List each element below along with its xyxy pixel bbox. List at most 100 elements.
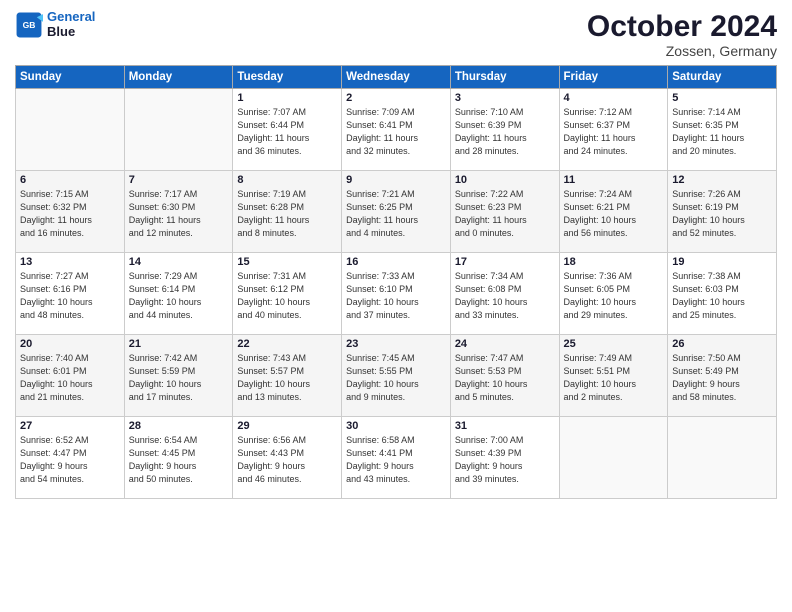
- day-number: 12: [672, 174, 772, 186]
- calendar-cell: 10 Sunrise: 7:22 AM Sunset: 6:23 PM Dayli…: [450, 171, 559, 253]
- calendar-cell: [668, 417, 777, 499]
- calendar-cell: 29 Sunrise: 6:56 AM Sunset: 4:43 PM Dayli…: [233, 417, 342, 499]
- calendar-cell: 25 Sunrise: 7:49 AM Sunset: 5:51 PM Dayli…: [559, 335, 668, 417]
- weekday-header-sunday: Sunday: [16, 66, 125, 89]
- calendar-cell: 9 Sunrise: 7:21 AM Sunset: 6:25 PM Daylig…: [342, 171, 451, 253]
- day-info: Sunrise: 7:43 AM Sunset: 5:57 PM Dayligh…: [237, 352, 337, 404]
- day-number: 18: [564, 256, 664, 268]
- day-number: 6: [20, 174, 120, 186]
- calendar-cell: 14 Sunrise: 7:29 AM Sunset: 6:14 PM Dayli…: [124, 253, 233, 335]
- day-info: Sunrise: 7:14 AM Sunset: 6:35 PM Dayligh…: [672, 106, 772, 158]
- calendar-cell: [559, 417, 668, 499]
- calendar-cell: 16 Sunrise: 7:33 AM Sunset: 6:10 PM Dayli…: [342, 253, 451, 335]
- day-info: Sunrise: 6:56 AM Sunset: 4:43 PM Dayligh…: [237, 434, 337, 486]
- day-info: Sunrise: 7:42 AM Sunset: 5:59 PM Dayligh…: [129, 352, 229, 404]
- day-number: 16: [346, 256, 446, 268]
- day-number: 24: [455, 338, 555, 350]
- day-info: Sunrise: 7:49 AM Sunset: 5:51 PM Dayligh…: [564, 352, 664, 404]
- svg-text:GB: GB: [23, 20, 36, 30]
- day-info: Sunrise: 7:15 AM Sunset: 6:32 PM Dayligh…: [20, 188, 120, 240]
- calendar-page: GB General Blue October 2024 Zossen, Ger…: [0, 0, 792, 612]
- weekday-header-tuesday: Tuesday: [233, 66, 342, 89]
- day-number: 14: [129, 256, 229, 268]
- day-info: Sunrise: 6:58 AM Sunset: 4:41 PM Dayligh…: [346, 434, 446, 486]
- weekday-header-saturday: Saturday: [668, 66, 777, 89]
- weekday-header-thursday: Thursday: [450, 66, 559, 89]
- logo-line2: Blue: [47, 24, 75, 39]
- calendar-cell: 15 Sunrise: 7:31 AM Sunset: 6:12 PM Dayli…: [233, 253, 342, 335]
- weekday-header-monday: Monday: [124, 66, 233, 89]
- weekday-header-wednesday: Wednesday: [342, 66, 451, 89]
- day-info: Sunrise: 7:22 AM Sunset: 6:23 PM Dayligh…: [455, 188, 555, 240]
- calendar-cell: 12 Sunrise: 7:26 AM Sunset: 6:19 PM Dayli…: [668, 171, 777, 253]
- day-info: Sunrise: 7:50 AM Sunset: 5:49 PM Dayligh…: [672, 352, 772, 404]
- day-number: 22: [237, 338, 337, 350]
- calendar-cell: 27 Sunrise: 6:52 AM Sunset: 4:47 PM Dayli…: [16, 417, 125, 499]
- day-number: 7: [129, 174, 229, 186]
- day-number: 31: [455, 420, 555, 432]
- day-info: Sunrise: 7:36 AM Sunset: 6:05 PM Dayligh…: [564, 270, 664, 322]
- day-number: 2: [346, 92, 446, 104]
- month-title: October 2024: [587, 10, 777, 43]
- calendar-cell: 17 Sunrise: 7:34 AM Sunset: 6:08 PM Dayli…: [450, 253, 559, 335]
- calendar-cell: 22 Sunrise: 7:43 AM Sunset: 5:57 PM Dayli…: [233, 335, 342, 417]
- day-info: Sunrise: 7:26 AM Sunset: 6:19 PM Dayligh…: [672, 188, 772, 240]
- day-info: Sunrise: 7:09 AM Sunset: 6:41 PM Dayligh…: [346, 106, 446, 158]
- day-info: Sunrise: 7:00 AM Sunset: 4:39 PM Dayligh…: [455, 434, 555, 486]
- calendar-cell: 6 Sunrise: 7:15 AM Sunset: 6:32 PM Daylig…: [16, 171, 125, 253]
- day-info: Sunrise: 7:34 AM Sunset: 6:08 PM Dayligh…: [455, 270, 555, 322]
- day-number: 21: [129, 338, 229, 350]
- day-number: 13: [20, 256, 120, 268]
- day-info: Sunrise: 7:21 AM Sunset: 6:25 PM Dayligh…: [346, 188, 446, 240]
- logo-icon: GB: [15, 11, 43, 39]
- day-number: 8: [237, 174, 337, 186]
- day-info: Sunrise: 7:07 AM Sunset: 6:44 PM Dayligh…: [237, 106, 337, 158]
- day-number: 3: [455, 92, 555, 104]
- day-info: Sunrise: 7:27 AM Sunset: 6:16 PM Dayligh…: [20, 270, 120, 322]
- day-number: 29: [237, 420, 337, 432]
- day-number: 27: [20, 420, 120, 432]
- calendar-cell: 20Sunrise: 7:40 AM Sunset: 6:01 PM Dayli…: [16, 335, 125, 417]
- day-info: Sunrise: 6:54 AM Sunset: 4:45 PM Dayligh…: [129, 434, 229, 486]
- logo-text: General Blue: [47, 10, 95, 40]
- day-info: Sunrise: 7:45 AM Sunset: 5:55 PM Dayligh…: [346, 352, 446, 404]
- day-number: 9: [346, 174, 446, 186]
- day-number: 23: [346, 338, 446, 350]
- day-info: Sunrise: 7:12 AM Sunset: 6:37 PM Dayligh…: [564, 106, 664, 158]
- day-number: 25: [564, 338, 664, 350]
- calendar-cell: 18 Sunrise: 7:36 AM Sunset: 6:05 PM Dayli…: [559, 253, 668, 335]
- calendar-cell: [124, 89, 233, 171]
- logo: GB General Blue: [15, 10, 95, 40]
- weekday-header-friday: Friday: [559, 66, 668, 89]
- location: Zossen, Germany: [587, 43, 777, 59]
- calendar-cell: 19Sunrise: 7:38 AM Sunset: 6:03 PM Dayli…: [668, 253, 777, 335]
- calendar-cell: 8 Sunrise: 7:19 AM Sunset: 6:28 PM Daylig…: [233, 171, 342, 253]
- calendar-cell: 11 Sunrise: 7:24 AM Sunset: 6:21 PM Dayli…: [559, 171, 668, 253]
- day-number: 19: [672, 256, 772, 268]
- calendar-cell: 26Sunrise: 7:50 AM Sunset: 5:49 PM Dayli…: [668, 335, 777, 417]
- calendar-cell: 4 Sunrise: 7:12 AM Sunset: 6:37 PM Daylig…: [559, 89, 668, 171]
- day-info: Sunrise: 7:33 AM Sunset: 6:10 PM Dayligh…: [346, 270, 446, 322]
- calendar-cell: 24Sunrise: 7:47 AM Sunset: 5:53 PM Dayli…: [450, 335, 559, 417]
- day-number: 11: [564, 174, 664, 186]
- day-info: Sunrise: 7:24 AM Sunset: 6:21 PM Dayligh…: [564, 188, 664, 240]
- day-info: Sunrise: 7:19 AM Sunset: 6:28 PM Dayligh…: [237, 188, 337, 240]
- day-info: Sunrise: 6:52 AM Sunset: 4:47 PM Dayligh…: [20, 434, 120, 486]
- calendar-cell: 5 Sunrise: 7:14 AM Sunset: 6:35 PM Daylig…: [668, 89, 777, 171]
- day-number: 10: [455, 174, 555, 186]
- calendar-table: SundayMondayTuesdayWednesdayThursdayFrid…: [15, 65, 777, 499]
- calendar-cell: 3Sunrise: 7:10 AM Sunset: 6:39 PM Daylig…: [450, 89, 559, 171]
- day-info: Sunrise: 7:29 AM Sunset: 6:14 PM Dayligh…: [129, 270, 229, 322]
- day-number: 5: [672, 92, 772, 104]
- calendar-cell: 2 Sunrise: 7:09 AM Sunset: 6:41 PM Daylig…: [342, 89, 451, 171]
- day-number: 28: [129, 420, 229, 432]
- calendar-cell: 7Sunrise: 7:17 AM Sunset: 6:30 PM Daylig…: [124, 171, 233, 253]
- day-info: Sunrise: 7:40 AM Sunset: 6:01 PM Dayligh…: [20, 352, 120, 404]
- day-number: 15: [237, 256, 337, 268]
- calendar-cell: 31 Sunrise: 7:00 AM Sunset: 4:39 PM Dayli…: [450, 417, 559, 499]
- day-number: 4: [564, 92, 664, 104]
- header: GB General Blue October 2024 Zossen, Ger…: [15, 10, 777, 59]
- calendar-cell: 1Sunrise: 7:07 AM Sunset: 6:44 PM Daylig…: [233, 89, 342, 171]
- day-number: 17: [455, 256, 555, 268]
- day-info: Sunrise: 7:31 AM Sunset: 6:12 PM Dayligh…: [237, 270, 337, 322]
